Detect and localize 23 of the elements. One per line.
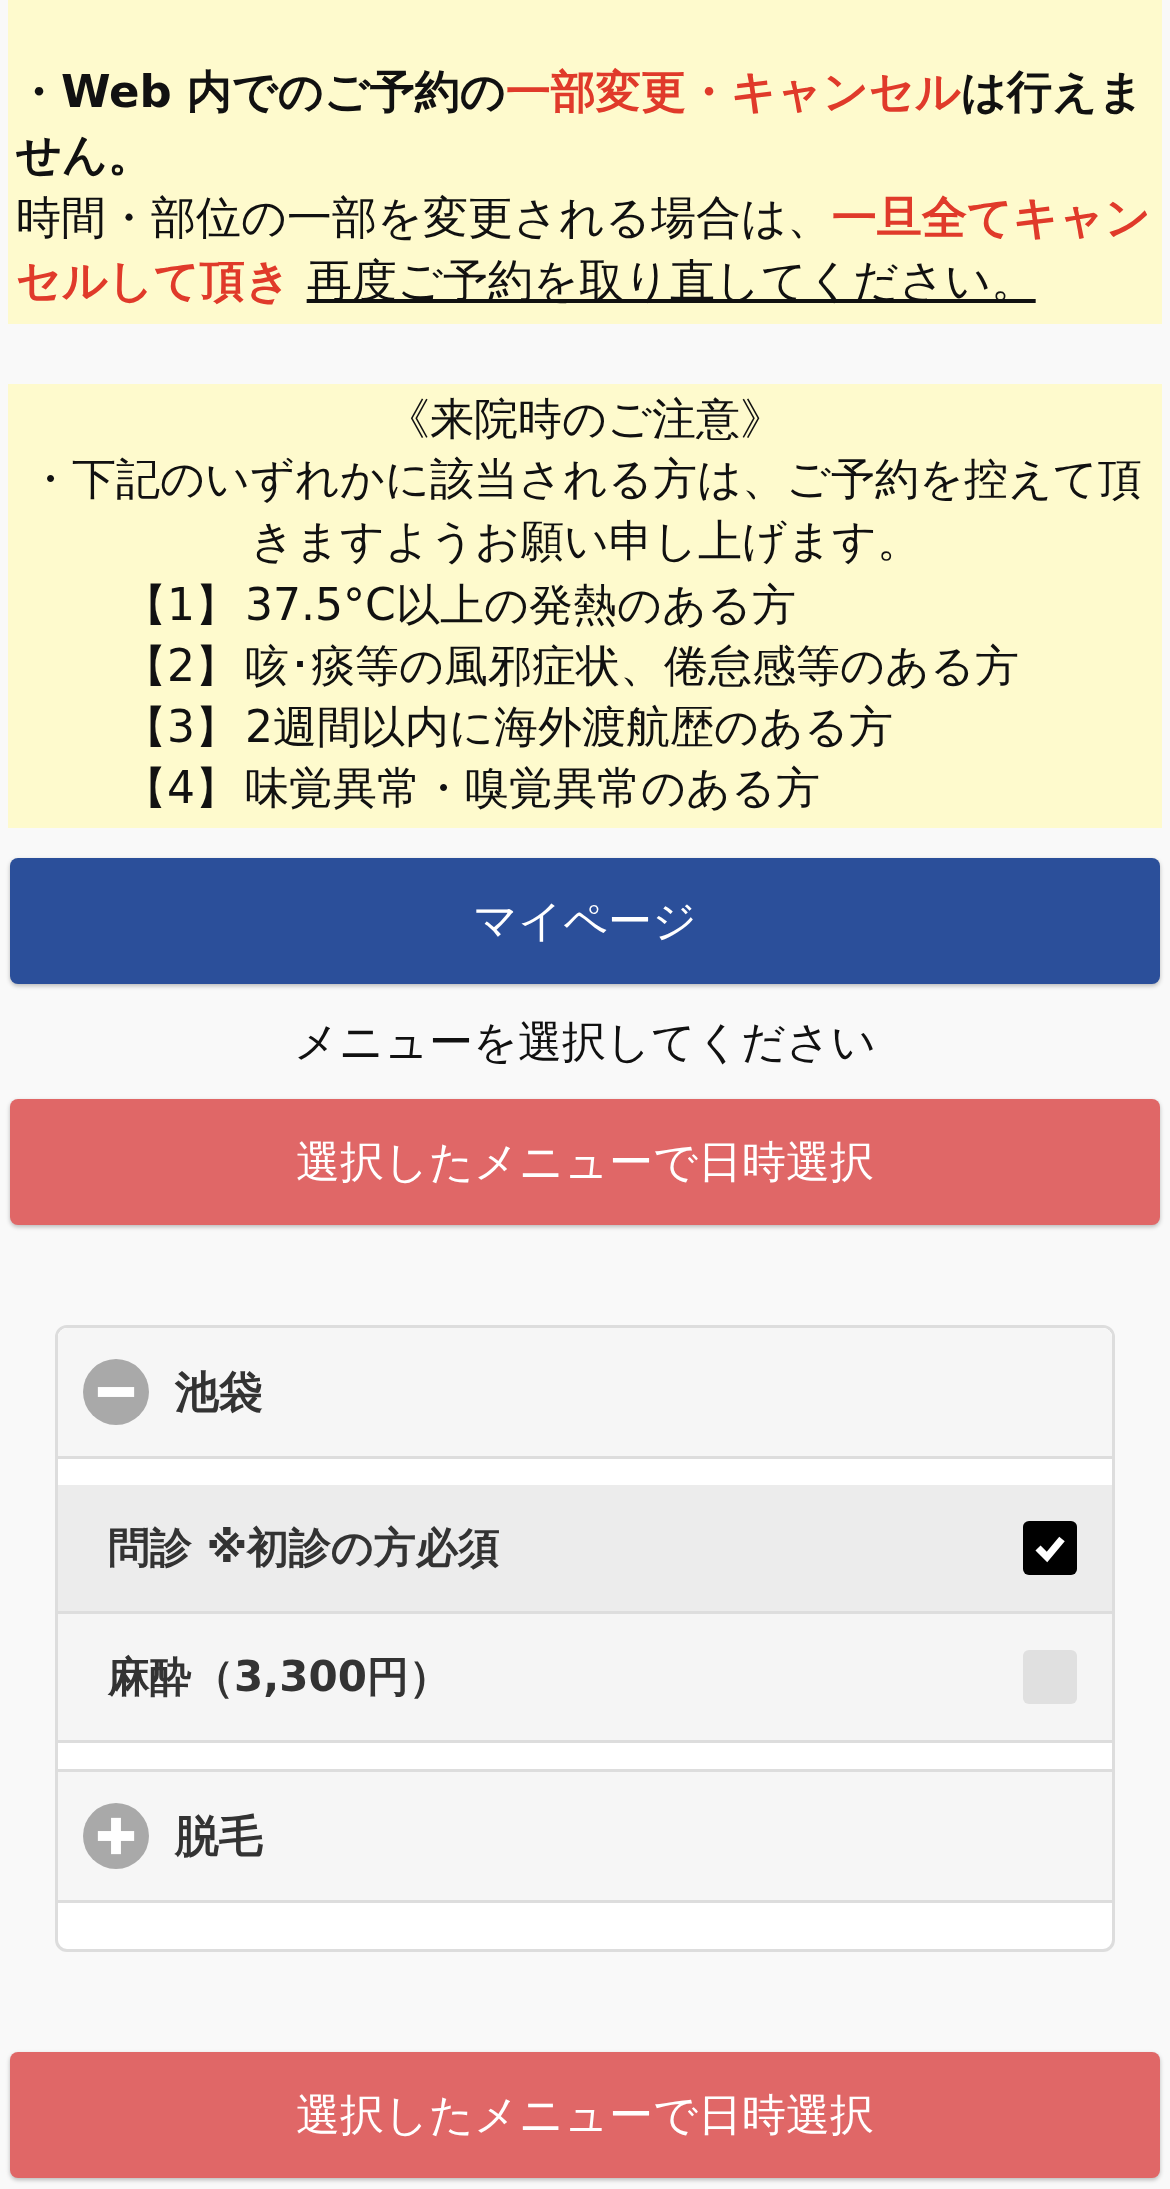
notice-title: 《来院時のご注意》 bbox=[385, 392, 785, 446]
prompt-text: メニューを選択してください bbox=[293, 1015, 877, 1069]
group-header[interactable]: 池袋 bbox=[58, 1328, 1112, 1456]
menu-option[interactable]: 麻酔（3,300円） bbox=[58, 1614, 1112, 1740]
notice-item: 味覚異常・嗅覚異常のある方 bbox=[245, 761, 820, 815]
group-header[interactable]: 脱毛 bbox=[58, 1772, 1112, 1900]
minus-icon bbox=[83, 1359, 149, 1425]
notice-text: ・Web 内でのご予約の一部変更・キャンセルは行えません。 bbox=[16, 64, 1146, 183]
mypage-button[interactable]: マイページ bbox=[10, 858, 1160, 984]
notice-item: 37.5°C以上の発熱のある方 bbox=[245, 578, 796, 632]
notice-item: 咳･痰等の風邪症状、倦怠感等のある方 bbox=[245, 639, 1019, 693]
checkbox[interactable] bbox=[1023, 1521, 1077, 1575]
notice-item: 2週間以内に海外渡航歴のある方 bbox=[245, 700, 893, 754]
menu-option[interactable]: 問診 ※初診の方必須 bbox=[58, 1485, 1112, 1614]
item-number: 【4】 bbox=[123, 761, 239, 815]
notice-text: 時間・部位の一部を変更される場合は、一旦全てキャンセルして頂き 再度ご予約を取り直してください。 bbox=[16, 190, 1152, 309]
item-number: 【1】 bbox=[123, 578, 239, 632]
group-title: 脱毛 bbox=[175, 1808, 263, 1863]
item-number: 【2】 bbox=[123, 639, 239, 693]
plus-icon bbox=[83, 1803, 149, 1869]
item-number: 【3】 bbox=[123, 700, 239, 754]
group-title: 池袋 bbox=[175, 1364, 263, 1419]
notice-text: ・下記のいずれかに該当される方は、ご予約を控えて頂きますようお願い申し上げます。 bbox=[27, 452, 1143, 568]
